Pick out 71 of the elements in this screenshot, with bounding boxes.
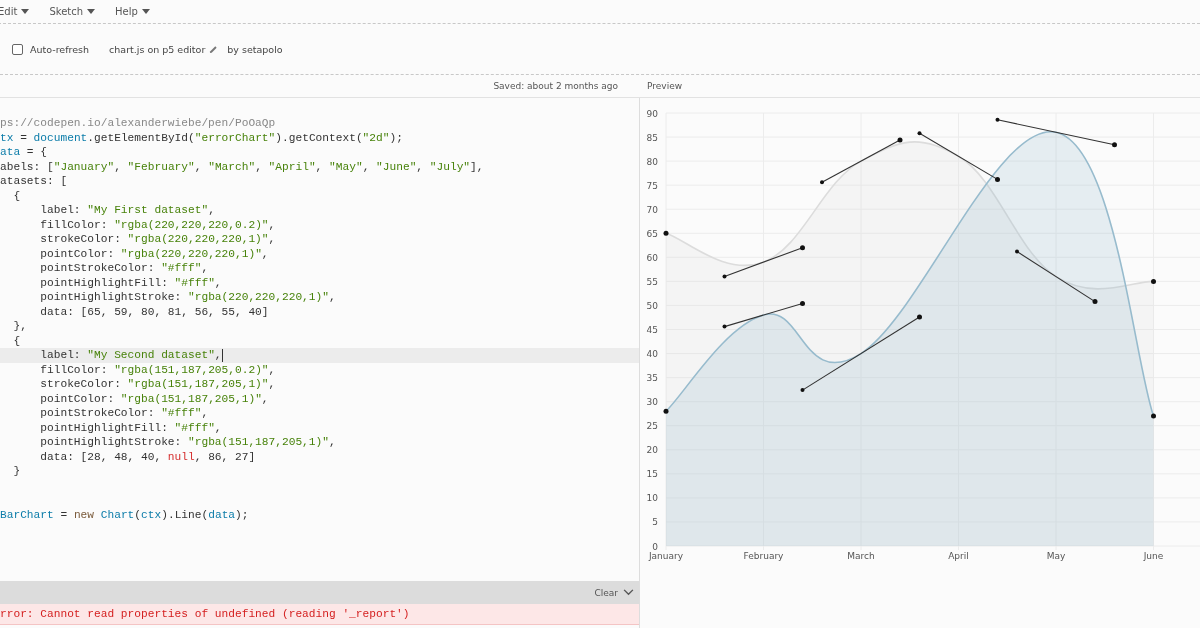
code-line: data: [28, 48, 40, null, 86, 27] bbox=[39, 449, 256, 464]
x-tick-label: June bbox=[1143, 551, 1164, 561]
y-tick-label: 60 bbox=[646, 252, 658, 263]
code-line: pointColor: "rgba(220,220,220,1)", bbox=[39, 246, 269, 261]
code-line: abels: ["January", "February", "March", "April", "May", "June", "July"], bbox=[0, 159, 484, 174]
code-line: fillColor: "rgba(220,220,220,0.2)", bbox=[39, 217, 276, 232]
code-line: fillColor: "rgba(151,187,205,0.2)", bbox=[39, 362, 276, 377]
sketch-name[interactable]: chart.js on p5 editor bbox=[109, 43, 206, 55]
code-line: pointHighlightStroke: "rgba(220,220,220,1)", bbox=[39, 290, 336, 305]
error-message: rror: Cannot read properties of undefined (reading '_report') bbox=[0, 604, 639, 625]
y-tick-label: 75 bbox=[646, 180, 658, 191]
author-label: by setapolo bbox=[227, 43, 283, 55]
point-marker bbox=[663, 230, 669, 236]
code-line: strokeColor: "rgba(151,187,205,1)", bbox=[39, 377, 276, 392]
code-line: pointStrokeColor: "#fff", bbox=[39, 406, 209, 421]
point-marker bbox=[1151, 413, 1156, 419]
caret-icon bbox=[21, 9, 30, 14]
text-cursor bbox=[221, 348, 223, 362]
y-tick-label: 15 bbox=[646, 469, 658, 480]
code-line: atasets: [ bbox=[0, 174, 68, 189]
saved-status: Saved: about 2 months ago bbox=[493, 81, 618, 91]
y-tick-label: 10 bbox=[646, 493, 658, 504]
code-line: pointStrokeColor: "#fff", bbox=[39, 261, 209, 276]
code-line: label: "My Second dataset", bbox=[39, 348, 222, 363]
code-line: strokeColor: "rgba(220,220,220,1)", bbox=[39, 232, 276, 247]
menu-item[interactable]: Help bbox=[115, 6, 150, 17]
code-line: pointColor: "rgba(151,187,205,1)", bbox=[39, 391, 269, 406]
code-line: pointHighlightFill: "#fff", bbox=[39, 420, 222, 435]
caret-icon bbox=[87, 9, 96, 14]
clear-button[interactable]: Clear bbox=[594, 587, 618, 598]
code-line: pointHighlightFill: "#fff", bbox=[39, 275, 222, 290]
code-line: { bbox=[12, 333, 21, 348]
x-tick-label: February bbox=[743, 551, 784, 561]
menu-item[interactable]: Sketch bbox=[49, 6, 96, 17]
y-tick-label: 40 bbox=[646, 349, 658, 360]
y-tick-label: 65 bbox=[646, 228, 658, 239]
code-line: tx = document.getElementById("errorChart").getContext("2d"); bbox=[0, 130, 403, 145]
x-tick-label: March bbox=[847, 551, 875, 561]
y-tick-label: 55 bbox=[646, 276, 658, 287]
point-marker bbox=[663, 408, 669, 414]
code-line: ps://codepen.io/alexanderwiebe/pen/PoOaQp bbox=[0, 116, 276, 131]
y-tick-label: 35 bbox=[646, 373, 658, 384]
chevron-icon[interactable] bbox=[623, 589, 634, 596]
y-tick-label: 70 bbox=[646, 204, 658, 215]
auto-refresh-checkbox[interactable] bbox=[12, 43, 23, 55]
code-line: label: "My First dataset", bbox=[39, 203, 215, 218]
point-marker bbox=[1151, 278, 1156, 284]
code-line: ata = { bbox=[0, 145, 47, 160]
y-tick-label: 25 bbox=[646, 421, 658, 432]
y-tick-label: 0 bbox=[652, 541, 658, 552]
code-line: pointHighlightStroke: "rgba(151,187,205,1)", bbox=[39, 435, 336, 450]
code-line: }, bbox=[12, 319, 27, 334]
y-tick-label: 50 bbox=[646, 300, 658, 311]
y-tick-label: 20 bbox=[646, 445, 658, 456]
code-line: BarChart = new Chart(ctx).Line(data); bbox=[0, 507, 249, 522]
preview-title: Preview bbox=[647, 81, 683, 91]
caret-icon bbox=[141, 9, 150, 14]
code-line: data: [65, 59, 80, 81, 56, 55, 40] bbox=[39, 304, 269, 319]
code-line: } bbox=[12, 464, 21, 479]
y-tick-label: 85 bbox=[646, 132, 658, 143]
x-tick-label: April bbox=[948, 551, 969, 561]
auto-refresh-label: Auto-refresh bbox=[30, 43, 90, 55]
code-line: { bbox=[12, 188, 21, 203]
pencil-icon[interactable] bbox=[209, 44, 219, 54]
y-tick-label: 80 bbox=[646, 156, 658, 167]
x-tick-label: May bbox=[1046, 551, 1066, 561]
y-tick-label: 90 bbox=[646, 108, 658, 119]
y-tick-label: 45 bbox=[646, 325, 658, 335]
x-tick-label: January bbox=[648, 551, 684, 561]
y-tick-label: 5 bbox=[652, 517, 658, 528]
y-tick-label: 30 bbox=[646, 397, 658, 408]
